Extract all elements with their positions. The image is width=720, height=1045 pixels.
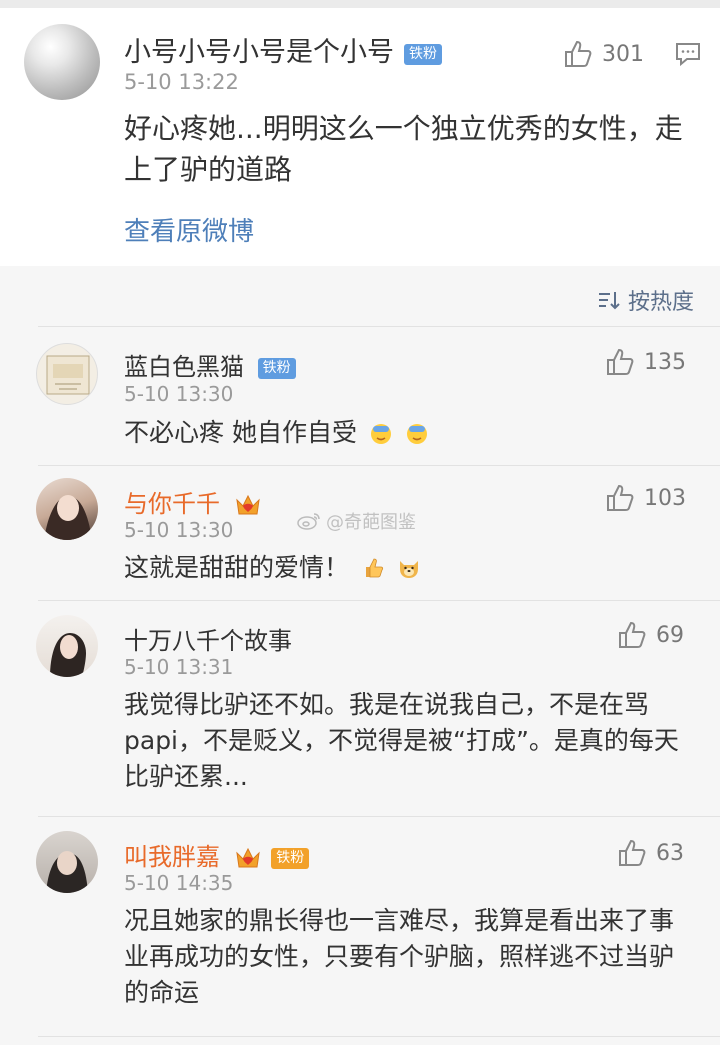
facepalm-emoji-icon: [406, 424, 427, 444]
timestamp: 5-10 13:31: [124, 655, 234, 679]
doge-emoji-icon: [399, 561, 418, 578]
thumbs-up-icon: [565, 40, 592, 67]
like-count: 301: [602, 41, 644, 67]
thumbs-up-emoji-icon: [365, 558, 384, 578]
comment-item: 蓝白色黑猫 铁粉 5-10 13:30 135 不必心疼 她自作自受: [0, 327, 720, 465]
top-separator: [0, 0, 720, 8]
timestamp: 5-10 13:22: [124, 70, 239, 94]
comment-text: 这就是甜甜的爱情！: [124, 553, 350, 582]
main-post: 小号小号小号是个小号 铁粉 5-10 13:22 301 好心疼她...明明这么…: [0, 8, 720, 266]
sort-button[interactable]: 按热度: [598, 284, 694, 316]
vip-crown-icon: [234, 845, 262, 871]
person-avatar-icon: [50, 633, 86, 677]
comment-text: 不必心疼 她自作自受: [124, 418, 357, 447]
like-button[interactable]: 69: [616, 619, 684, 651]
watermark-text: @奇葩图鉴: [326, 512, 416, 533]
fan-badge: 铁粉: [404, 44, 442, 65]
avatar[interactable]: [36, 615, 98, 677]
avatar[interactable]: [24, 24, 100, 100]
sort-bar: 按热度: [0, 266, 720, 324]
username-line: 蓝白色黑猫 铁粉: [124, 347, 296, 382]
comment-item: 叫我胖嘉 铁粉 5-10 14:35 63 况且她家的鼎长得也一言难尽，我算是看…: [0, 817, 720, 1037]
fan-badge: 铁粉: [271, 847, 310, 869]
comment-text-line: 不必心疼 她自作自受: [124, 415, 684, 451]
person-avatar-icon: [46, 851, 88, 893]
comment-text: 我觉得比驴还不如。我是在说我自己，不是在骂papi，不是贬义，不觉得是被“打成”…: [124, 690, 679, 791]
like-count: 103: [644, 485, 686, 511]
timestamp: 5-10 14:35: [124, 871, 234, 895]
fan-badge: 铁粉: [257, 357, 296, 379]
like-button[interactable]: 63: [616, 837, 684, 869]
username-line: 叫我胖嘉 铁粉: [124, 837, 310, 872]
comment-icon[interactable]: [674, 40, 702, 68]
thumbs-up-icon: [607, 484, 634, 511]
timestamp: 5-10 13:30: [124, 382, 234, 406]
book-cover-avatar-icon: [46, 355, 90, 395]
like-button[interactable]: 135: [604, 346, 686, 378]
sort-icon: [598, 292, 620, 310]
like-button[interactable]: 301: [562, 38, 644, 70]
vip-crown-icon: [234, 492, 262, 518]
avatar[interactable]: [36, 831, 98, 893]
watermark: @奇葩图鉴: [296, 508, 416, 534]
username[interactable]: 十万八千个故事: [124, 621, 292, 656]
thumbs-up-icon: [619, 839, 646, 866]
sort-label: 按热度: [627, 290, 694, 315]
avatar[interactable]: [36, 343, 98, 405]
username[interactable]: 蓝白色黑猫: [124, 353, 244, 381]
username-line: 与你千千: [124, 484, 262, 519]
thumbs-up-icon: [607, 348, 634, 375]
person-avatar-icon: [44, 495, 92, 540]
thumbs-up-icon: [619, 621, 646, 648]
divider: [38, 1036, 720, 1037]
comment-item: 十万八千个故事 5-10 13:31 69 我觉得比驴还不如。我是在说我自己，不…: [0, 601, 720, 816]
comment-text: 况且她家的鼎长得也一言难尽，我算是看出来了事业再成功的女性，只要有个驴脑，照样逃…: [124, 906, 675, 1007]
username[interactable]: 小号小号小号是个小号: [124, 30, 394, 69]
like-count: 63: [656, 840, 684, 866]
post-text: 好心疼她...明明这么一个独立优秀的女性，走上了驴的道路: [124, 112, 683, 186]
like-count: 69: [656, 622, 684, 648]
facepalm-emoji-icon: [370, 424, 391, 444]
like-button[interactable]: 103: [604, 482, 686, 514]
avatar[interactable]: [36, 478, 98, 540]
like-count: 135: [644, 349, 686, 375]
username[interactable]: 叫我胖嘉: [124, 843, 220, 871]
username[interactable]: 与你千千: [124, 490, 220, 518]
weibo-logo-icon: [297, 513, 320, 530]
comment-text-line: 这就是甜甜的爱情！: [124, 550, 684, 586]
view-original-link[interactable]: 查看原微博: [124, 211, 254, 248]
timestamp: 5-10 13:30: [124, 518, 234, 542]
